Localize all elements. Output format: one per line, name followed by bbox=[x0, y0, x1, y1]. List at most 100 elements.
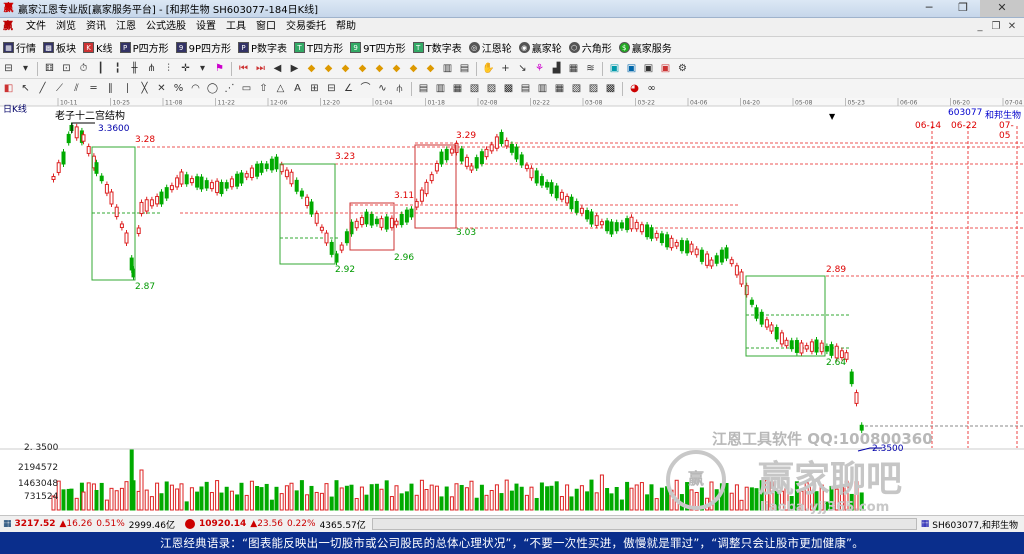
page-down-icon[interactable]: ◆ bbox=[389, 61, 404, 76]
arc-icon[interactable]: ◠ bbox=[188, 81, 203, 96]
kline-chart-area[interactable]: 10-11 10-25 11-08 11-22 12-06 12-20 01-04 01-18… bbox=[0, 98, 1024, 515]
layers-icon[interactable]: ▥ bbox=[433, 81, 448, 96]
mdi-restore-icon[interactable]: ❐ bbox=[988, 18, 1004, 36]
calendar-icon[interactable]: ▣ bbox=[607, 61, 622, 76]
grid-lines-icon[interactable]: ▥ bbox=[440, 61, 455, 76]
wave-tool-icon[interactable]: ∿ bbox=[375, 81, 390, 96]
fib-icon[interactable]: ✕ bbox=[154, 81, 169, 96]
pointer-icon[interactable]: ↖ bbox=[18, 81, 33, 96]
shift-left-icon[interactable]: ◆ bbox=[338, 61, 353, 76]
box8-icon[interactable]: ▦ bbox=[552, 81, 567, 96]
index2-value[interactable]: 10920.14 bbox=[199, 519, 246, 529]
candle-chart-icon[interactable]: ▦ bbox=[566, 61, 581, 76]
box-icon[interactable]: ▭ bbox=[239, 81, 254, 96]
toolbar-p-square-button[interactable]: P P四方形 bbox=[117, 37, 173, 58]
prev-icon[interactable]: ◀ bbox=[270, 61, 285, 76]
page-up-icon[interactable]: ◆ bbox=[372, 61, 387, 76]
bar-chart-icon[interactable]: ▟ bbox=[549, 61, 564, 76]
box4-icon[interactable]: ▨ bbox=[484, 81, 499, 96]
gift-icon[interactable]: ⚘ bbox=[532, 61, 547, 76]
index1-value[interactable]: 3217.52 bbox=[15, 519, 56, 529]
toolbar-winner-wheel-button[interactable]: ◉ 赢家轮 bbox=[516, 37, 566, 58]
restore-icon[interactable]: ❐ bbox=[946, 0, 980, 17]
menu-browse[interactable]: 浏览 bbox=[51, 18, 81, 36]
menu-gann[interactable]: 江恩 bbox=[111, 18, 141, 36]
align-icon[interactable]: ⫶ bbox=[161, 61, 176, 76]
move-down-icon[interactable]: ◆ bbox=[423, 61, 438, 76]
cross-line-icon[interactable]: ╳ bbox=[137, 81, 152, 96]
menu-help[interactable]: 帮助 bbox=[331, 18, 361, 36]
lock-icon[interactable]: ▤ bbox=[416, 81, 431, 96]
menu-window[interactable]: 窗口 bbox=[251, 18, 281, 36]
horizontal-scrollbar[interactable] bbox=[371, 518, 917, 530]
triangle-icon[interactable]: △ bbox=[273, 81, 288, 96]
zoom-out-icon[interactable]: ◆ bbox=[321, 61, 336, 76]
menu-file[interactable]: 文件 bbox=[21, 18, 51, 36]
cross-icon[interactable]: ✛ bbox=[178, 61, 193, 76]
menu-settings[interactable]: 设置 bbox=[191, 18, 221, 36]
refresh-icon[interactable]: ▣ bbox=[658, 61, 673, 76]
first-icon[interactable]: ⏮ bbox=[236, 61, 251, 76]
box3-icon[interactable]: ▧ bbox=[467, 81, 482, 96]
network-icon[interactable]: ⚙ bbox=[675, 61, 690, 76]
shift-right-icon[interactable]: ◆ bbox=[355, 61, 370, 76]
box10-icon[interactable]: ▨ bbox=[586, 81, 601, 96]
pitchfork-icon[interactable]: ⫛ bbox=[392, 81, 407, 96]
mdi-close-icon[interactable]: ✕ bbox=[1004, 18, 1020, 36]
ruler-icon[interactable]: ⊞ bbox=[307, 81, 322, 96]
toolbar-gann-wheel-button[interactable]: ◎ 江恩轮 bbox=[466, 37, 516, 58]
toolbar-service-button[interactable]: $ 赢家服务 bbox=[616, 37, 676, 58]
plus-icon[interactable]: + bbox=[498, 61, 513, 76]
toolbar-9p-square-button[interactable]: 9 9P四方形 bbox=[173, 37, 235, 58]
box6-icon[interactable]: ▤ bbox=[518, 81, 533, 96]
parallel-icon[interactable]: ∥ bbox=[103, 81, 118, 96]
arrow-up-icon[interactable]: ⇧ bbox=[256, 81, 271, 96]
table-icon[interactable]: ▤ bbox=[457, 61, 472, 76]
next-icon[interactable]: ▶ bbox=[287, 61, 302, 76]
channel-icon[interactable]: ⫽ bbox=[69, 81, 84, 96]
circle-icon[interactable]: ◯ bbox=[205, 81, 220, 96]
bracket-icon[interactable]: ⊡ bbox=[59, 61, 74, 76]
toolbar-t-table-button[interactable]: T T数字表 bbox=[410, 37, 466, 58]
vline-icon[interactable]: ∣ bbox=[120, 81, 135, 96]
cycle-icon[interactable]: ⌒ bbox=[358, 81, 373, 96]
ray-icon[interactable]: ⟋ bbox=[52, 81, 67, 96]
color-wheel-icon[interactable]: ◕ bbox=[627, 81, 642, 96]
toolbar-hexagon-button[interactable]: ⬡ 六角形 bbox=[566, 37, 616, 58]
box11-icon[interactable]: ▩ bbox=[603, 81, 618, 96]
box7-icon[interactable]: ▥ bbox=[535, 81, 550, 96]
box2-icon[interactable]: ▦ bbox=[450, 81, 465, 96]
pattern-icon[interactable]: ⚅ bbox=[42, 61, 57, 76]
candle-tool-icon[interactable]: ╏ bbox=[110, 61, 125, 76]
infinity-icon[interactable]: ∞ bbox=[644, 81, 659, 96]
dropdown-icon[interactable]: ▾ bbox=[18, 61, 33, 76]
move-up-icon[interactable]: ◆ bbox=[406, 61, 421, 76]
zoom-in-icon[interactable]: ◆ bbox=[304, 61, 319, 76]
menu-formula-select[interactable]: 公式选股 bbox=[141, 18, 191, 36]
hand-icon[interactable]: ✋ bbox=[481, 61, 496, 76]
menu-tools[interactable]: 工具 bbox=[221, 18, 251, 36]
fan-icon[interactable]: ⋔ bbox=[144, 61, 159, 76]
split-icon[interactable]: ╫ bbox=[127, 61, 142, 76]
bar-tool-icon[interactable]: ┃ bbox=[93, 61, 108, 76]
angle-icon[interactable]: ∠ bbox=[341, 81, 356, 96]
close-icon[interactable]: ✕ bbox=[980, 0, 1024, 17]
percent-icon[interactable]: % bbox=[171, 81, 186, 96]
toolbar-kline-button[interactable]: K K线 bbox=[80, 37, 117, 58]
toolbar-quotes-button[interactable]: ▦ 行情 bbox=[0, 37, 40, 58]
box9-icon[interactable]: ▧ bbox=[569, 81, 584, 96]
menu-trade[interactable]: 交易委托 bbox=[281, 18, 331, 36]
toolbar-9t-square-button[interactable]: 9 9T四方形 bbox=[347, 37, 409, 58]
flag-icon[interactable]: ⚑ bbox=[212, 61, 227, 76]
trendline-icon[interactable]: ╱ bbox=[35, 81, 50, 96]
time-cycle-icon[interactable]: ⏱ bbox=[76, 61, 91, 76]
ruler2-icon[interactable]: ⊟ bbox=[324, 81, 339, 96]
save-icon[interactable]: ▣ bbox=[624, 61, 639, 76]
minimize-icon[interactable]: ─ bbox=[912, 0, 946, 17]
box5-icon[interactable]: ▩ bbox=[501, 81, 516, 96]
last-icon[interactable]: ⏭ bbox=[253, 61, 268, 76]
wave-icon[interactable]: ≋ bbox=[583, 61, 598, 76]
print-icon[interactable]: ▣ bbox=[641, 61, 656, 76]
layout-icon[interactable]: ⊟ bbox=[1, 61, 16, 76]
mdi-minimize-icon[interactable]: _ bbox=[972, 18, 988, 36]
